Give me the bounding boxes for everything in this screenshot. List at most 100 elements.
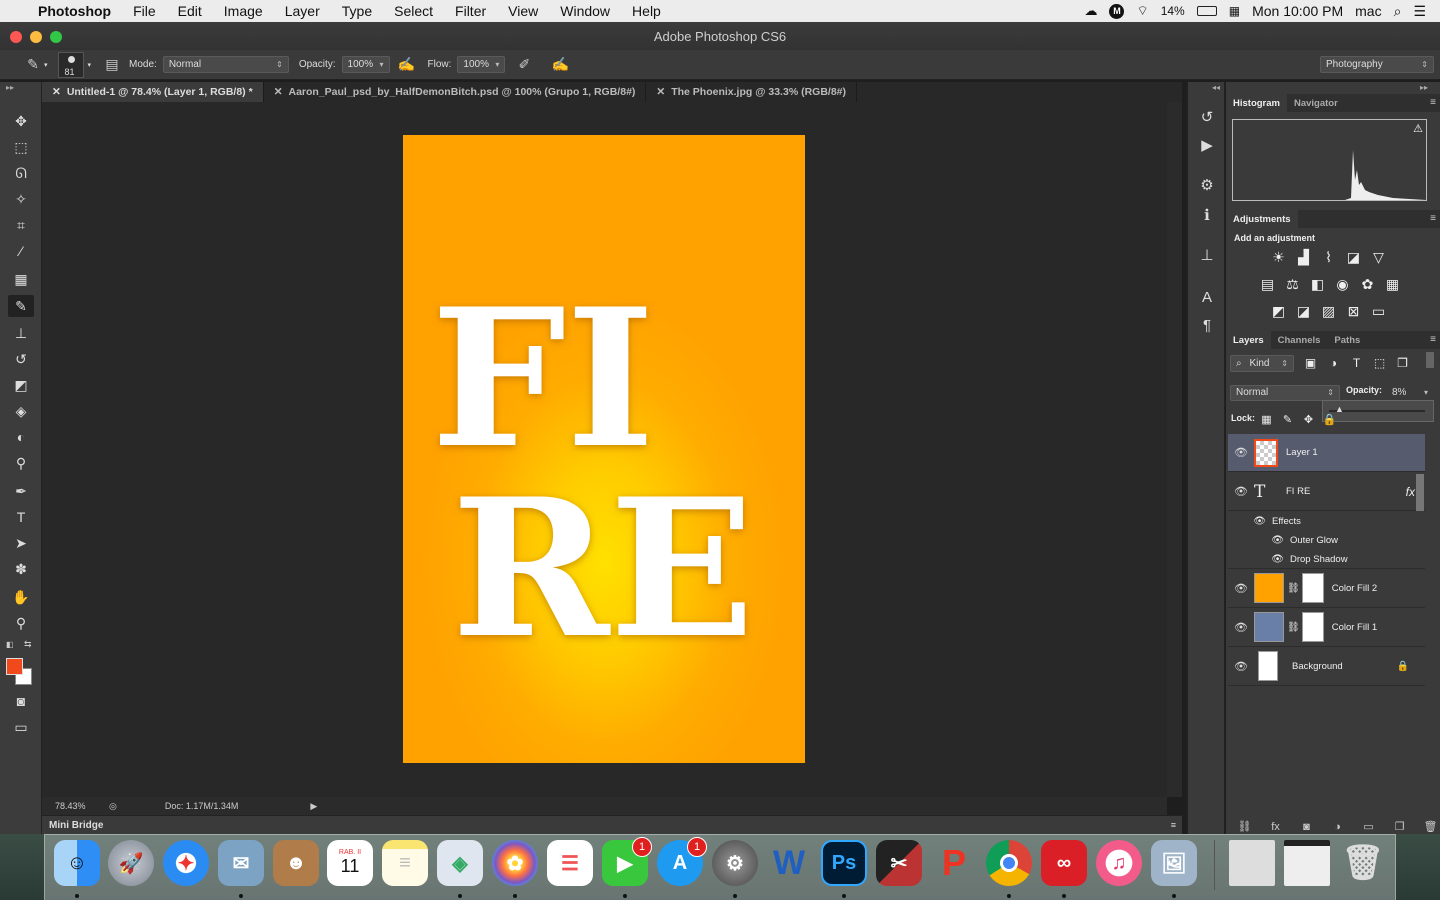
layer-row-fire-text[interactable]: 👁 T FI RE fx — [1228, 473, 1425, 511]
crop-tool-icon[interactable]: ⌗ — [8, 214, 34, 236]
menu-view[interactable]: View — [508, 3, 538, 19]
status-info-icon[interactable]: ◎ — [109, 801, 117, 812]
screen-mode-icon[interactable]: ▭ — [8, 716, 34, 738]
visibility-eye-icon[interactable]: 👁 — [1228, 660, 1254, 673]
menu-window[interactable]: Window — [560, 3, 610, 19]
workspace-select[interactable]: Photography ⇕ — [1320, 56, 1434, 73]
user-name[interactable]: mac — [1355, 3, 1381, 19]
filter-type-icon[interactable]: T — [1348, 354, 1365, 371]
history-panel-icon[interactable]: ↺ — [1196, 106, 1218, 128]
link-icon[interactable]: ⛓ — [1287, 583, 1300, 594]
collapse-toolbar-icon[interactable]: ▸▸ — [6, 83, 14, 92]
curves-icon[interactable]: ⌇ — [1320, 249, 1337, 266]
selective-color-icon[interactable]: ⊠ — [1345, 303, 1362, 320]
new-layer-icon[interactable]: ❐ — [1391, 818, 1408, 835]
zoom-tool-icon[interactable]: ⚲ — [8, 612, 34, 634]
menu-select[interactable]: Select — [394, 3, 433, 19]
close-tab-icon[interactable]: ✕ — [656, 86, 665, 98]
menu-layer[interactable]: Layer — [285, 3, 320, 19]
pen-tool-icon[interactable]: ✒ — [8, 480, 34, 502]
delete-layer-icon[interactable]: 🗑 — [1422, 818, 1439, 835]
marquee-tool-icon[interactable]: ⬚ — [8, 136, 34, 158]
link-icon[interactable]: ⛓ — [1287, 622, 1300, 633]
system-preferences-icon[interactable]: ⚙ — [712, 840, 758, 886]
color-lookup-icon[interactable]: ▦ — [1384, 276, 1401, 293]
hand-tool-icon[interactable]: ✋ — [8, 586, 34, 608]
tab-channels[interactable]: Channels — [1271, 331, 1328, 349]
zoom-window-button[interactable] — [50, 31, 62, 43]
flow-input[interactable]: 100% ▾ — [457, 56, 506, 73]
layer-mask-thumbnail[interactable] — [1301, 612, 1324, 642]
healing-brush-tool-icon[interactable]: ▦ — [8, 268, 34, 290]
mode-select[interactable]: Normal ⇕ — [162, 56, 289, 73]
minimize-window-button[interactable] — [30, 31, 42, 43]
app-menu-photoshop[interactable]: Photoshop — [38, 3, 111, 19]
actions-panel-icon[interactable]: ▶ — [1196, 134, 1218, 156]
reminders-icon[interactable]: ☰ — [547, 840, 593, 886]
mini-bridge-bar[interactable]: Mini Bridge ≡ — [42, 815, 1182, 834]
lock-all-icon[interactable]: 🔒 — [1321, 411, 1338, 428]
filter-smart-object-icon[interactable]: ❐ — [1394, 354, 1411, 371]
eyedropper-tool-icon[interactable]: ⁄ — [8, 240, 34, 262]
calendar-status-icon[interactable]: ▦ — [1229, 4, 1240, 18]
threshold-icon[interactable]: ▨ — [1320, 303, 1337, 320]
brush-panel-toggle-icon[interactable]: ▤ — [101, 54, 123, 76]
tab-the-phoenix[interactable]: ✕ The Phoenix.jpg @ 33.3% (RGB/8#) — [646, 82, 857, 102]
effect-outer-glow-row[interactable]: 👁 Outer Glow — [1228, 531, 1425, 550]
menu-type[interactable]: Type — [342, 3, 372, 19]
itunes-icon[interactable]: ♫ — [1096, 840, 1142, 886]
finder-icon[interactable]: ☺ — [54, 840, 100, 886]
clone-stamp-tool-icon[interactable]: ⊥ — [8, 322, 34, 344]
tab-aaron-paul[interactable]: ✕ Aaron_Paul_psd_by_HalfDemonBitch.psd @ … — [264, 82, 647, 102]
magic-wand-tool-icon[interactable]: ✧ — [8, 188, 34, 210]
battery-icon[interactable] — [1196, 6, 1217, 16]
status-menu-arrow-icon[interactable]: ▶ — [310, 801, 317, 812]
tab-untitled-1[interactable]: ✕ Untitled-1 @ 78.4% (Layer 1, RGB/8) * — [42, 82, 264, 102]
custom-shape-tool-icon[interactable]: ✽ — [8, 558, 34, 580]
layer-name[interactable]: FI RE — [1286, 486, 1310, 497]
exposure-icon[interactable]: ◪ — [1345, 249, 1362, 266]
layer-name[interactable]: Background — [1292, 661, 1343, 672]
tab-layers[interactable]: Layers — [1226, 331, 1271, 349]
maps-icon[interactable]: ◈ — [437, 840, 483, 886]
zoom-level[interactable]: 78.43% — [55, 801, 105, 811]
layer-name[interactable]: Color Fill 2 — [1332, 583, 1377, 594]
contacts-icon[interactable]: ☻ — [273, 840, 319, 886]
info-panel-icon[interactable]: ℹ — [1196, 204, 1218, 226]
add-mask-icon[interactable]: ◙ — [1298, 818, 1315, 835]
path-selection-tool-icon[interactable]: ➤ — [8, 532, 34, 554]
screenshot-stack-icon[interactable] — [1284, 840, 1330, 886]
character-panel-icon[interactable]: A — [1196, 286, 1218, 308]
brush-tool-icon[interactable]: ✎ — [8, 295, 34, 317]
menu-edit[interactable]: Edit — [178, 3, 202, 19]
effect-drop-shadow-row[interactable]: 👁 Drop Shadow — [1228, 550, 1425, 569]
posterize-icon[interactable]: ◪ — [1295, 303, 1312, 320]
mail-icon[interactable]: ✉ — [218, 840, 264, 886]
clock[interactable]: Mon 10:00 PM — [1252, 3, 1343, 19]
vibrance-icon[interactable]: ▽ — [1370, 249, 1387, 266]
effects-row[interactable]: 👁 Effects — [1228, 512, 1425, 531]
fill-color-thumbnail[interactable] — [1254, 612, 1284, 642]
add-style-icon[interactable]: fx — [1267, 818, 1284, 835]
downloads-stack-icon[interactable] — [1229, 840, 1275, 886]
launchpad-icon[interactable]: 🚀 — [108, 840, 154, 886]
panel-menu-icon[interactable]: ≡ — [1430, 334, 1436, 345]
properties-panel-icon[interactable]: ⚙ — [1196, 174, 1218, 196]
notification-center-icon[interactable]: ☰ — [1413, 3, 1426, 20]
brush-size-dropdown[interactable]: ▾ — [88, 61, 92, 69]
final-cut-icon[interactable]: ✂ — [876, 840, 922, 886]
channel-mixer-icon[interactable]: ✿ — [1359, 276, 1376, 293]
calendar-icon[interactable]: RAB. II 11 — [327, 840, 373, 886]
layer-name[interactable]: Color Fill 1 — [1332, 622, 1377, 633]
move-tool-icon[interactable]: ✥ — [8, 110, 34, 132]
dodge-tool-icon[interactable]: ⚲ — [8, 452, 34, 474]
close-window-button[interactable] — [10, 31, 22, 43]
effect-visibility-eye-icon[interactable]: 👁 — [1228, 535, 1290, 546]
word-icon[interactable]: W — [766, 840, 812, 886]
lasso-tool-icon[interactable]: ᘏ — [8, 162, 34, 184]
preview-icon[interactable]: 🖼 — [1151, 840, 1197, 886]
photoshop-icon[interactable]: Ps — [821, 840, 867, 886]
gradient-map-icon[interactable]: ▭ — [1370, 303, 1387, 320]
layer-opacity-input[interactable]: 8% ▾ — [1386, 382, 1434, 401]
paragraph-panel-icon[interactable]: ¶ — [1196, 314, 1218, 336]
